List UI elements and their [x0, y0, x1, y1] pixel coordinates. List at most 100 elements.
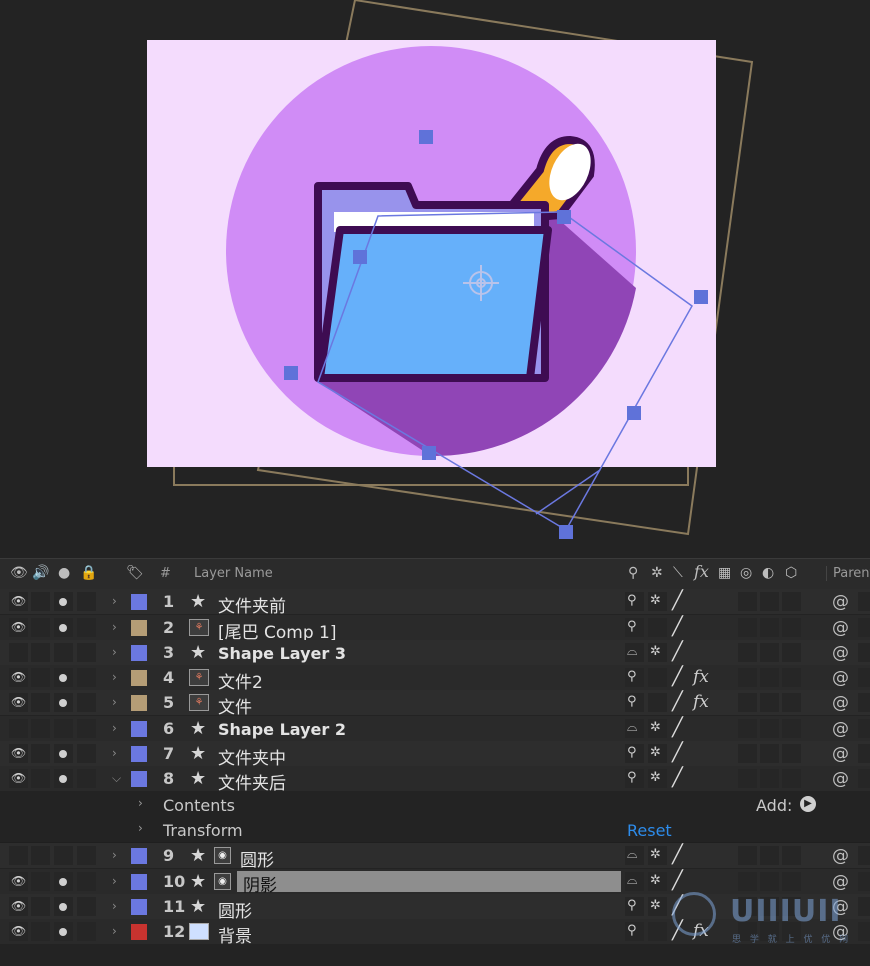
- quality-switch-icon[interactable]: ╱: [672, 717, 683, 738]
- visibility-cell[interactable]: [9, 643, 28, 662]
- layer-row[interactable]: 👁 ⌵ 8 ★ 文件夹后 ⚲ ✲ ╱ @: [0, 766, 870, 794]
- layer-row[interactable]: › 6 ★ Shape Layer 2 ⌓ ✲ ╱ @: [0, 716, 870, 742]
- layer-row[interactable]: 👁 › 5 ⚘ 文件 ⚲ ╱ fx @: [0, 690, 870, 718]
- label-color-swatch[interactable]: [131, 746, 147, 762]
- parent-pickwhip-icon[interactable]: @: [832, 846, 849, 866]
- lock-cell[interactable]: [77, 769, 96, 788]
- layer-row[interactable]: 👁 › 2 ⚘ [尾巴 Comp 1] ⚲ ╱ @: [0, 615, 870, 643]
- 3d-cell[interactable]: [782, 769, 801, 788]
- eye-icon[interactable]: 👁: [11, 620, 26, 634]
- quality-switch-icon[interactable]: ╱: [672, 641, 683, 662]
- collapse-switch-icon[interactable]: ✲: [650, 770, 661, 785]
- adjustment-cell[interactable]: [760, 744, 779, 763]
- shy-switch-icon[interactable]: ⚲: [627, 898, 637, 913]
- chevron-right-icon[interactable]: ›: [112, 899, 117, 913]
- parent-pickwhip-icon[interactable]: @: [832, 643, 849, 663]
- motion-blur-cell[interactable]: [738, 769, 757, 788]
- solo-dot-icon[interactable]: [59, 624, 67, 632]
- layer-row[interactable]: 👁 › 1 ★ 文件夹前 ⚲ ✲ ╱ @: [0, 589, 870, 617]
- label-color-swatch[interactable]: [131, 874, 147, 890]
- reset-link[interactable]: Reset: [627, 821, 672, 840]
- label-color-swatch[interactable]: [131, 620, 147, 636]
- shy-switch-icon[interactable]: ⚲: [627, 619, 637, 634]
- adjustment-cell[interactable]: [760, 846, 779, 865]
- label-tag-icon[interactable]: 🏷: [126, 565, 144, 581]
- layer-row[interactable]: 👁 › 4 ⚘ 文件2 ⚲ ╱ fx @: [0, 665, 870, 693]
- parent-select-cell[interactable]: [858, 922, 870, 941]
- parent-pickwhip-icon[interactable]: @: [832, 693, 849, 713]
- parent-select-cell[interactable]: [858, 897, 870, 916]
- motion-blur-icon[interactable]: ◎: [740, 565, 752, 581]
- transform-label[interactable]: Transform: [163, 821, 243, 840]
- shy-switch-icon[interactable]: ⚲: [627, 923, 637, 938]
- motion-blur-cell[interactable]: [738, 618, 757, 637]
- audio-cell[interactable]: [31, 744, 50, 763]
- lock-cell[interactable]: [77, 744, 96, 763]
- parent-pickwhip-icon[interactable]: @: [832, 769, 849, 789]
- layer-name[interactable]: 背景: [218, 922, 252, 947]
- label-color-swatch[interactable]: [131, 924, 147, 940]
- contents-label[interactable]: Contents: [163, 796, 235, 815]
- chevron-right-icon[interactable]: ›: [112, 721, 117, 735]
- audio-cell[interactable]: [31, 618, 50, 637]
- adjustment-cell[interactable]: [760, 618, 779, 637]
- lock-icon[interactable]: 🔒: [80, 565, 97, 581]
- shy-switch-icon[interactable]: ⚲: [627, 745, 637, 760]
- chevron-right-icon[interactable]: ›: [112, 746, 117, 760]
- collapse-switch-icon[interactable]: ✲: [650, 644, 661, 659]
- label-color-swatch[interactable]: [131, 594, 147, 610]
- audio-cell[interactable]: [31, 922, 50, 941]
- quality-switch-icon[interactable]: ╱: [672, 691, 683, 712]
- solo-cell[interactable]: [54, 643, 73, 662]
- label-color-swatch[interactable]: [131, 645, 147, 661]
- motion-blur-cell[interactable]: [738, 693, 757, 712]
- solo-dot-icon[interactable]: [59, 674, 67, 682]
- eye-icon[interactable]: 👁: [11, 924, 26, 938]
- collapse-switch-cell[interactable]: [648, 668, 667, 687]
- layer-name[interactable]: 文件夹后: [218, 769, 286, 794]
- visibility-cell[interactable]: [9, 719, 28, 738]
- parent-pickwhip-icon[interactable]: @: [832, 592, 849, 612]
- motion-blur-cell[interactable]: [738, 592, 757, 611]
- adjustment-cell[interactable]: [760, 643, 779, 662]
- parent-pickwhip-icon[interactable]: @: [832, 744, 849, 764]
- effects-switch-icon[interactable]: fx: [693, 692, 709, 712]
- contents-row[interactable]: › Contents Add: ▶: [0, 792, 870, 818]
- lock-cell[interactable]: [77, 872, 96, 891]
- quality-switch-icon[interactable]: ╱: [672, 666, 683, 687]
- solo-dot-icon[interactable]: [59, 928, 67, 936]
- eye-icon[interactable]: 👁: [11, 771, 26, 785]
- shy-switch-icon[interactable]: ⚲: [627, 669, 637, 684]
- parent-pickwhip-icon[interactable]: @: [832, 872, 849, 892]
- shy-switch-icon[interactable]: ⌓: [627, 644, 637, 659]
- quality-switch-icon[interactable]: ╱: [672, 742, 683, 763]
- solo-dot-icon[interactable]: [59, 750, 67, 758]
- 3d-cell[interactable]: [782, 744, 801, 763]
- shy-switch-icon[interactable]: ⚲: [627, 593, 637, 608]
- parent-pickwhip-icon[interactable]: @: [832, 668, 849, 688]
- layer-name[interactable]: 圆形: [240, 846, 274, 871]
- shy-switch-icon[interactable]: ⌓: [627, 847, 637, 862]
- adjustment-icon[interactable]: ◐: [762, 565, 774, 581]
- motion-blur-cell[interactable]: [738, 744, 757, 763]
- shy-switch-icon[interactable]: ⚲: [627, 694, 637, 709]
- composition-viewer[interactable]: [0, 0, 870, 556]
- transform-row[interactable]: › Transform Reset: [0, 817, 870, 843]
- effects-icon[interactable]: fx: [694, 562, 709, 581]
- solo-dot-icon[interactable]: [59, 878, 67, 886]
- parent-select-cell[interactable]: [858, 618, 870, 637]
- parent-select-cell[interactable]: [858, 643, 870, 662]
- parent-pickwhip-icon[interactable]: @: [832, 618, 849, 638]
- quality-switch-icon[interactable]: ╱: [672, 844, 683, 865]
- 3d-cell[interactable]: [782, 668, 801, 687]
- chevron-right-icon[interactable]: ›: [112, 874, 117, 888]
- solo-dot-icon[interactable]: [59, 775, 67, 783]
- chevron-right-icon[interactable]: ›: [112, 594, 117, 608]
- 3d-cell[interactable]: [782, 693, 801, 712]
- layer-name[interactable]: 文件: [218, 693, 252, 718]
- label-color-swatch[interactable]: [131, 695, 147, 711]
- label-color-swatch[interactable]: [131, 899, 147, 915]
- audio-cell[interactable]: [31, 872, 50, 891]
- parent-select-cell[interactable]: [858, 744, 870, 763]
- adjustment-cell[interactable]: [760, 668, 779, 687]
